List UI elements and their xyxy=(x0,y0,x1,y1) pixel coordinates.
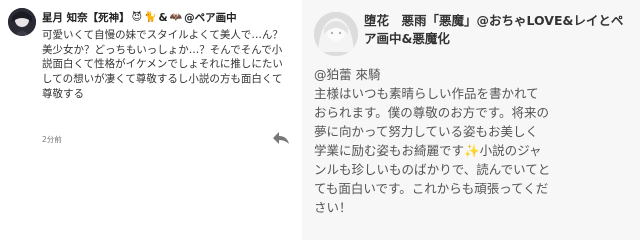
devil-emoji: 😈 xyxy=(131,12,143,23)
comment-header[interactable]: 堕花 悪雨「悪魔」@おちゃLOVE&レイとペア画中&悪魔化 xyxy=(364,12,634,48)
text-line: おられます。僕の尊敬のお方です。将来の xyxy=(314,105,550,120)
avatar[interactable] xyxy=(314,12,358,56)
sparkle-emoji: ✨ xyxy=(464,143,480,158)
username[interactable]: 星月 知奈【死神】 xyxy=(42,10,130,25)
ampersand: & xyxy=(158,11,168,24)
comment-header: 星月 知奈【死神】 😈 🐈 & 🦇 @ペア画中 xyxy=(42,10,237,25)
text-line: さい！ xyxy=(314,200,352,215)
cat-emoji: 🐈 xyxy=(144,12,157,23)
text-line: ンルも珍しいものばかりで、読んでいてと xyxy=(314,162,551,177)
pair-status: @ペア画中 xyxy=(184,12,237,24)
bat-emoji: 🦇 xyxy=(169,12,183,23)
left-comment: 星月 知奈【死神】 😈 🐈 & 🦇 @ペア画中 可愛いくて自慢の妹でスタイルよく… xyxy=(0,0,300,240)
timestamp: 2分前 xyxy=(42,135,62,144)
text-line: 学業に励む姿もお綺麗です✨小説のジャ xyxy=(314,143,542,158)
mention[interactable]: @狛蕾 來騎 xyxy=(314,64,380,83)
avatar[interactable] xyxy=(8,8,36,36)
right-comment: 堕花 悪雨「悪魔」@おちゃLOVE&レイとペア画中&悪魔化 @狛蕾 來騎 主様は… xyxy=(302,0,640,240)
comment-text: 主様はいつも素晴らしい作品を書かれて おられます。僕の尊敬のお方です。将来の 夢… xyxy=(314,84,634,217)
text-line: 夢に向かって努力している姿もお美しく xyxy=(314,124,539,139)
text-line: 主様はいつも素晴らしい作品を書かれて xyxy=(314,86,539,101)
reply-arrow-icon[interactable] xyxy=(272,130,290,144)
comment-text: 可愛いくて自慢の妹でスタイルよくて美人で…ん？美少女か？どっちもいっしょか…？そ… xyxy=(42,29,283,100)
text-line: ても面白いです。これからも頑張ってくだ xyxy=(314,181,549,196)
